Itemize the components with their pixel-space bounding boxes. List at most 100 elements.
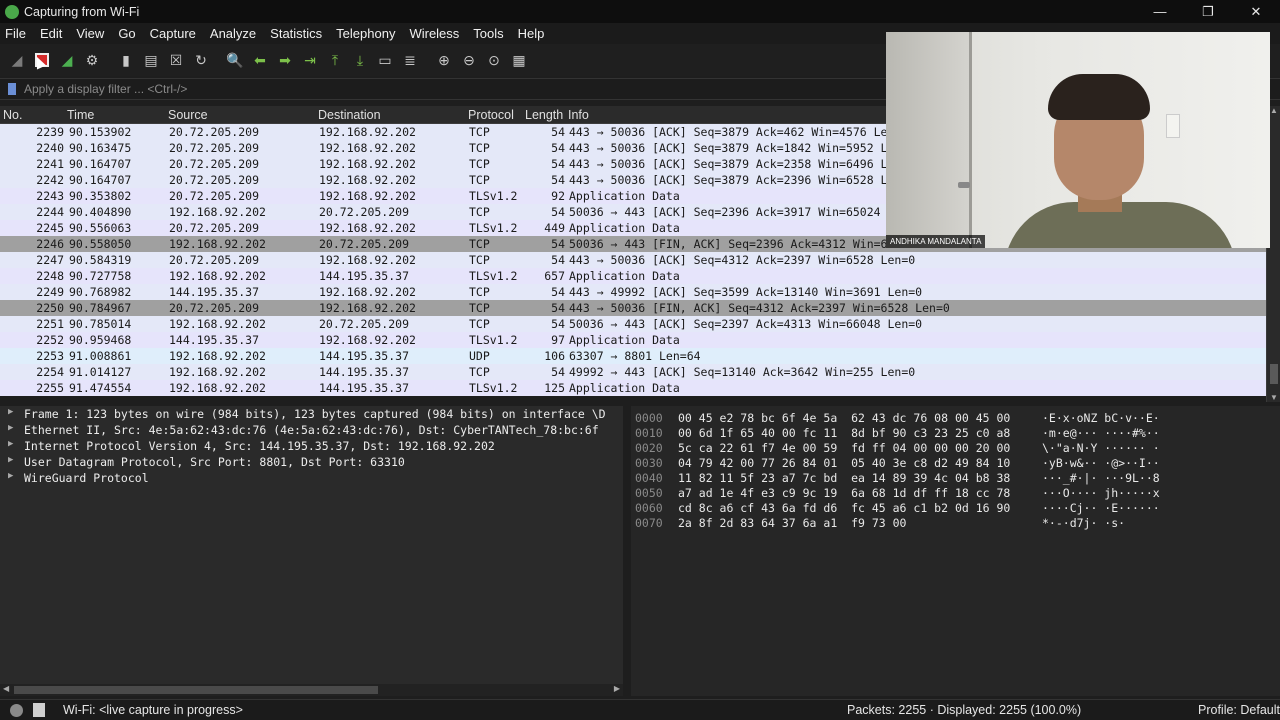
scroll-down-icon[interactable]: ▼: [1270, 393, 1278, 402]
restart-capture-icon[interactable]: ◢: [56, 49, 78, 71]
packet-destination: 144.195.35.37: [319, 381, 410, 395]
column-protocol[interactable]: Protocol: [468, 108, 514, 122]
column-source[interactable]: Source: [168, 108, 208, 122]
packet-source: 192.168.92.202: [169, 205, 266, 219]
packet-no: 2240: [36, 141, 64, 155]
scroll-left-icon[interactable]: ◀: [3, 684, 9, 693]
colorize-icon[interactable]: ≣: [399, 49, 421, 71]
packet-row[interactable]: 2249 90.768982 144.195.35.37 192.168.92.202…: [0, 284, 1280, 300]
menu-go[interactable]: Go: [118, 26, 135, 41]
window-title: Capturing from Wi-Fi: [24, 4, 140, 19]
close-file-icon[interactable]: ☒: [165, 49, 187, 71]
display-filter-input[interactable]: [24, 82, 824, 96]
close-icon[interactable]: ✕: [1232, 0, 1280, 23]
profile-label[interactable]: Profile: Default: [1198, 703, 1280, 717]
pane-splitter[interactable]: [623, 406, 631, 696]
maximize-icon[interactable]: ❐: [1184, 0, 1232, 23]
expert-info-icon[interactable]: [10, 704, 23, 717]
packet-row[interactable]: 2251 90.785014 192.168.92.202 20.72.205.209…: [0, 316, 1280, 332]
scrollbar-thumb[interactable]: [1270, 364, 1278, 384]
packet-row[interactable]: 2247 90.584319 20.72.205.209 192.168.92.202…: [0, 252, 1280, 268]
reload-file-icon[interactable]: ↻: [190, 49, 212, 71]
packet-row[interactable]: 2253 91.008861 192.168.92.202 144.195.35.37…: [0, 348, 1280, 364]
packet-row[interactable]: 2248 90.727758 192.168.92.202 144.195.35.37…: [0, 268, 1280, 284]
expand-icon[interactable]: ▶: [8, 439, 13, 449]
zoom-in-icon[interactable]: ⊕: [433, 49, 455, 71]
scroll-up-icon[interactable]: ▲: [1270, 106, 1278, 115]
toolbar-separator: [106, 49, 112, 71]
menu-edit[interactable]: Edit: [40, 26, 62, 41]
menu-analyze[interactable]: Analyze: [210, 26, 256, 41]
menu-help[interactable]: Help: [518, 26, 545, 41]
packet-source: 192.168.92.202: [169, 381, 266, 395]
column-destination[interactable]: Destination: [318, 108, 381, 122]
packet-info: Application Data: [569, 221, 680, 235]
packet-row[interactable]: 2250 90.784967 20.72.205.209 192.168.92.202…: [0, 300, 1280, 316]
packet-no: 2242: [36, 173, 64, 187]
packet-info: 50036 → 443 [ACK] Seq=2397 Ack=4313 Win=…: [569, 317, 923, 331]
menu-capture[interactable]: Capture: [150, 26, 196, 41]
bookmark-icon[interactable]: [8, 83, 16, 95]
packet-length: 106: [544, 349, 565, 363]
packet-info: Application Data: [569, 333, 680, 347]
packet-time: 90.164707: [69, 173, 132, 187]
scroll-right-icon[interactable]: ▶: [614, 684, 620, 693]
packet-time: 90.959468: [69, 333, 132, 347]
menu-file[interactable]: File: [5, 26, 26, 41]
packet-info: 63307 → 8801 Len=64: [569, 349, 701, 363]
packet-row[interactable]: 2255 91.474554 192.168.92.202 144.195.35.37…: [0, 380, 1280, 396]
menu-tools[interactable]: Tools: [473, 26, 503, 41]
packet-row[interactable]: 2254 91.014127 192.168.92.202 144.195.35.37…: [0, 364, 1280, 380]
expand-icon[interactable]: ▶: [8, 407, 13, 417]
find-packet-icon[interactable]: 🔍: [224, 49, 246, 71]
column-time[interactable]: Time: [67, 108, 94, 122]
resize-columns-icon[interactable]: ▦: [508, 49, 530, 71]
go-forward-icon[interactable]: ➡: [274, 49, 296, 71]
packet-destination: 192.168.92.202: [319, 189, 416, 203]
packet-length: 125: [544, 381, 565, 395]
column-no[interactable]: No.: [3, 108, 22, 122]
column-length[interactable]: Length: [525, 108, 563, 122]
capture-comment-icon[interactable]: [33, 703, 45, 717]
go-last-icon[interactable]: ⤓: [349, 49, 371, 71]
menu-wireless[interactable]: Wireless: [409, 26, 459, 41]
toolbar-separator: [424, 49, 430, 71]
zoom-normal-icon[interactable]: ⊙: [483, 49, 505, 71]
packet-source: 192.168.92.202: [169, 317, 266, 331]
packet-protocol: TLSv1.2: [469, 221, 518, 235]
menu-statistics[interactable]: Statistics: [270, 26, 322, 41]
detail-row-ethernet[interactable]: ▶ Ethernet II, Src: 4e:5a:62:43:dc:76 (4e…: [0, 422, 623, 438]
detail-row-wireguard[interactable]: ▶ WireGuard Protocol: [0, 470, 623, 486]
detail-row-frame[interactable]: ▶ Frame 1: 123 bytes on wire (984 bits), …: [0, 406, 623, 422]
detail-row-ip[interactable]: ▶ Internet Protocol Version 4, Src: 144.1…: [0, 438, 623, 454]
detail-row-udp[interactable]: ▶ User Datagram Protocol, Src Port: 8801,…: [0, 454, 623, 470]
zoom-out-icon[interactable]: ⊖: [458, 49, 480, 71]
packet-destination: 144.195.35.37: [319, 349, 410, 363]
menu-view[interactable]: View: [76, 26, 104, 41]
packet-length: 54: [551, 173, 565, 187]
go-first-icon[interactable]: ⤒: [324, 49, 346, 71]
packet-row[interactable]: 2252 90.959468 144.195.35.37 192.168.92.202…: [0, 332, 1280, 348]
minimize-icon[interactable]: —: [1136, 0, 1184, 23]
save-file-icon[interactable]: ▤: [140, 49, 162, 71]
scrollbar-thumb[interactable]: [14, 686, 378, 694]
packet-length: 97: [551, 333, 565, 347]
packet-protocol: TLSv1.2: [469, 381, 518, 395]
packet-time: 91.474554: [69, 381, 132, 395]
expand-icon[interactable]: ▶: [8, 423, 13, 433]
packet-no: 2247: [36, 253, 64, 267]
start-capture-icon[interactable]: ◢: [6, 49, 28, 71]
packet-destination: 192.168.92.202: [319, 333, 416, 347]
expand-icon[interactable]: ▶: [8, 455, 13, 465]
details-horizontal-scrollbar[interactable]: ◀ ▶: [0, 684, 623, 696]
menu-telephony[interactable]: Telephony: [336, 26, 395, 41]
go-back-icon[interactable]: ⬅: [249, 49, 271, 71]
go-to-packet-icon[interactable]: ⇥: [299, 49, 321, 71]
autoscroll-icon[interactable]: ▭: [374, 49, 396, 71]
packet-info: Application Data: [569, 269, 680, 283]
column-info[interactable]: Info: [568, 108, 589, 122]
packet-source: 144.195.35.37: [169, 285, 260, 299]
capture-options-icon[interactable]: ⚙: [81, 49, 103, 71]
open-file-icon[interactable]: ▮: [115, 49, 137, 71]
expand-icon[interactable]: ▶: [8, 471, 13, 481]
